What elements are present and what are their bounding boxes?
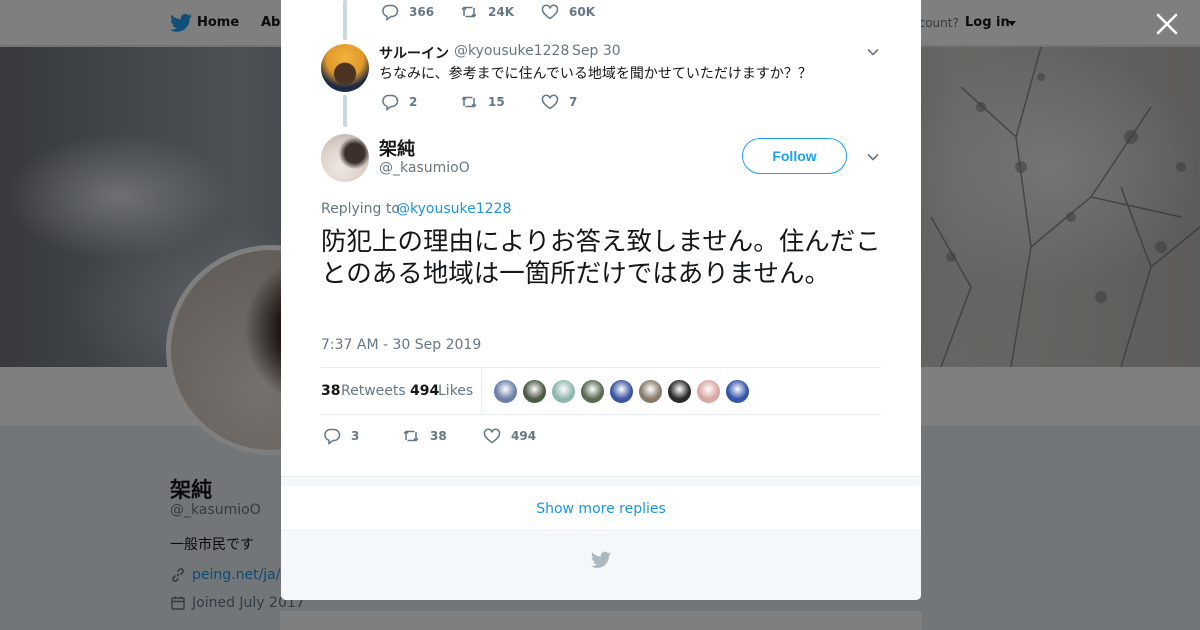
section-divider [281, 476, 921, 486]
liker-avatar[interactable] [667, 379, 692, 404]
liker-avatar[interactable] [638, 379, 663, 404]
replying-to-label: Replying to [321, 201, 400, 217]
reply-tweet-text: ちなみに、参考までに住んでいる地域を聞かせていただけますか？？ [379, 66, 812, 82]
retweet-count: 24K [488, 5, 514, 19]
tweet-stats: 38 Retweets 494 Likes [321, 367, 881, 415]
retweet-action[interactable]: 15 [460, 93, 505, 111]
main-tweet-text: 防犯上の理由によりお答え致しません。住んだことのある地域は一箇所だけではありませ… [321, 227, 881, 289]
separator-dot: · [564, 43, 569, 59]
chevron-down-icon[interactable] [866, 150, 880, 164]
reply-action[interactable]: 2 [381, 93, 417, 111]
main-author-avatar[interactable] [321, 134, 369, 182]
reply-icon [382, 4, 399, 21]
retweet-total[interactable]: 38 [321, 383, 340, 399]
like-action[interactable]: 494 [483, 427, 536, 445]
heart-icon [483, 428, 501, 444]
like-total[interactable]: 494 [410, 383, 439, 399]
liker-avatar[interactable] [696, 379, 721, 404]
main-author-handle[interactable]: @_kasumioO [379, 160, 470, 176]
retweet-count: 15 [488, 95, 505, 109]
like-action[interactable]: 60K [541, 3, 595, 21]
reply-count: 2 [409, 95, 418, 109]
follow-button[interactable]: Follow [742, 138, 847, 174]
twitter-logo-icon [591, 551, 611, 568]
liker-avatar[interactable] [522, 379, 547, 404]
thread-connector-line [343, 95, 347, 127]
reply-count: 3 [351, 429, 360, 443]
like-count: 60K [569, 5, 595, 19]
liker-avatar[interactable] [551, 379, 576, 404]
like-count: 494 [511, 429, 537, 443]
chevron-down-icon[interactable] [866, 45, 880, 59]
liker-avatars [493, 379, 754, 404]
likes-label[interactable]: Likes [438, 383, 473, 399]
retweet-action[interactable]: 38 [402, 427, 447, 445]
retweet-count: 38 [430, 429, 447, 443]
reply-author-avatar[interactable] [321, 44, 369, 92]
liker-avatar[interactable] [609, 379, 634, 404]
liker-avatar[interactable] [493, 379, 518, 404]
like-action[interactable]: 7 [541, 93, 577, 111]
liker-avatar[interactable] [725, 379, 750, 404]
retweet-action[interactable]: 24K [460, 3, 514, 21]
thread-connector-line [343, 0, 347, 40]
reply-icon [324, 428, 341, 445]
modal-footer [281, 532, 921, 600]
main-tweet-timestamp[interactable]: 7:37 AM - 30 Sep 2019 [321, 337, 481, 353]
reply-action[interactable]: 366 [381, 3, 434, 21]
reply-icon [382, 94, 399, 111]
reply-timestamp[interactable]: Sep 30 [572, 43, 621, 59]
reply-author-name[interactable]: サルーイン [379, 43, 449, 63]
reply-author-handle[interactable]: @kyousuke1228 [454, 43, 569, 59]
reply-action[interactable]: 3 [323, 427, 359, 445]
retweet-icon [461, 6, 477, 18]
retweet-icon [403, 430, 419, 442]
show-more-replies-button[interactable]: Show more replies [281, 487, 921, 531]
replying-to-handle[interactable]: @kyousuke1228 [396, 201, 511, 217]
like-count: 7 [569, 95, 578, 109]
retweets-label[interactable]: Retweets [341, 383, 406, 399]
liker-avatar[interactable] [580, 379, 605, 404]
heart-icon [541, 4, 559, 20]
main-author-name[interactable]: 架純 [379, 135, 415, 161]
retweet-icon [461, 96, 477, 108]
heart-icon [541, 94, 559, 110]
tweet-modal: 366 24K 60K サルーイン @kyousuke1228 · Sep 30… [281, 0, 921, 600]
stats-divider [481, 368, 482, 415]
reply-count: 366 [409, 5, 435, 19]
close-icon[interactable] [1155, 12, 1179, 36]
